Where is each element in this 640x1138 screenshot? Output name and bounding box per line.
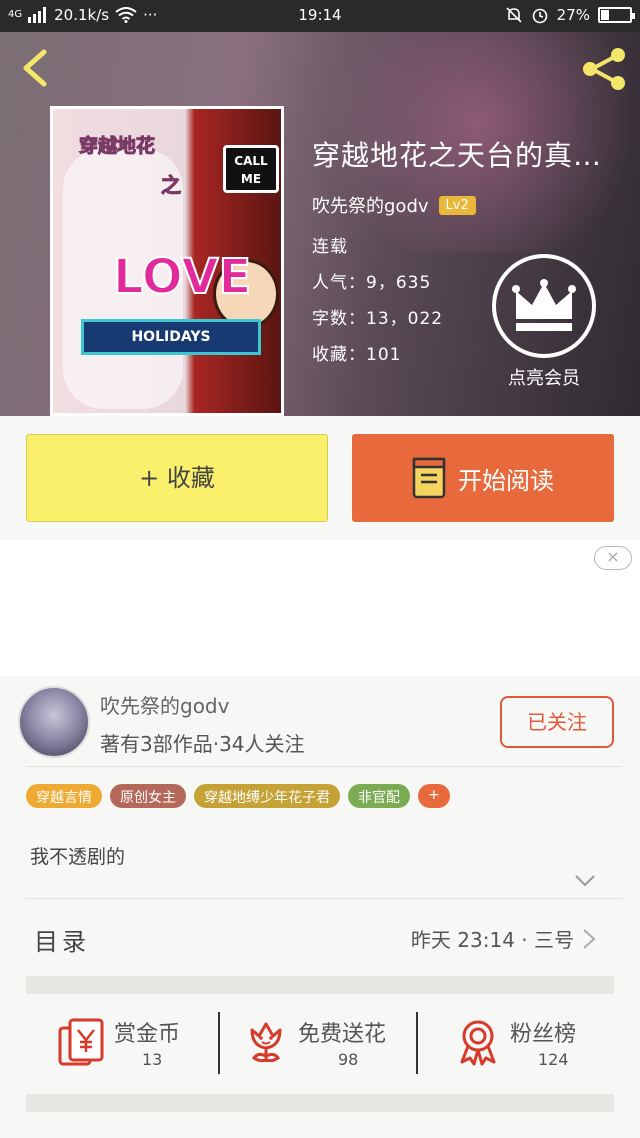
- crown-icon: [512, 279, 576, 331]
- follow-button[interactable]: 已关注: [500, 696, 614, 748]
- vip-button[interactable]: 点亮会员: [492, 254, 596, 404]
- mute-bell-icon: [506, 7, 522, 23]
- tag-pill[interactable]: 穿越言情: [26, 784, 102, 808]
- reward-fan-ranking[interactable]: 粉丝榜 124: [416, 994, 614, 1094]
- tag-pill[interactable]: 非官配: [348, 784, 410, 808]
- alarm-icon: [532, 8, 547, 24]
- divider: [26, 766, 622, 767]
- author-avatar[interactable]: [18, 686, 90, 758]
- start-reading-button[interactable]: 开始阅读: [352, 434, 614, 522]
- cover-holidays-banner: HOLIDAYS: [81, 319, 261, 355]
- vip-circle: [492, 254, 596, 358]
- cover-title-text: 穿越地花: [78, 135, 156, 158]
- catalog-label: 目录: [34, 928, 90, 956]
- reward-coins[interactable]: 赏金币 13: [26, 994, 222, 1094]
- chevron-right-icon: [583, 929, 596, 949]
- book-word-count: 字数：13，022: [312, 309, 444, 329]
- cover-love-text: LOVE: [112, 248, 252, 306]
- tag-pill[interactable]: 原创女主: [110, 784, 186, 808]
- book-cover[interactable]: 穿越地花 之 CALL ME LOVE HOLIDAYS: [50, 106, 284, 416]
- reward-title: 免费送花: [298, 1022, 387, 1047]
- tag-list: 穿越言情 原创女主 穿越地缚少年花子君 非官配 +: [26, 784, 450, 808]
- book-author[interactable]: 吹先祭的godv: [312, 192, 429, 218]
- add-tag-button[interactable]: +: [418, 784, 450, 808]
- award-medal-icon: [460, 1020, 496, 1066]
- reward-count: 124: [538, 1050, 569, 1069]
- cover-art: 穿越地花 之 CALL ME LOVE HOLIDAYS: [53, 109, 281, 413]
- reward-title: 粉丝榜: [510, 1022, 577, 1047]
- battery-percent: 27%: [556, 6, 590, 24]
- book-popularity: 人气：9，635: [312, 273, 432, 293]
- book-author-line: 吹先祭的godv Lv2: [312, 192, 476, 218]
- author-name[interactable]: 吹先祭的godv: [100, 690, 229, 719]
- share-icon[interactable]: [580, 46, 628, 92]
- book-title: 穿越地花之天台的真…: [312, 139, 603, 172]
- vip-label: 点亮会员: [508, 368, 580, 389]
- status-bar: 4G 20.1k/s ··· 19:14 27%: [0, 0, 640, 32]
- section-separator: [26, 1094, 614, 1112]
- synopsis: 我不透剧的: [30, 846, 126, 868]
- battery-fill: [601, 10, 609, 20]
- author-stats: 著有3部作品·34人关注: [100, 732, 305, 756]
- add-favorite-button[interactable]: + 收藏: [26, 434, 328, 522]
- reward-separator: [416, 1012, 418, 1074]
- catalog-latest-update: 昨天 23:14 · 三号: [410, 928, 574, 952]
- book-status: 连载: [312, 237, 348, 257]
- battery-icon: [598, 7, 635, 23]
- reward-title: 赏金币: [114, 1022, 181, 1047]
- flower-icon: [250, 1022, 282, 1063]
- start-reading-label: 开始阅读: [458, 466, 554, 495]
- ad-close-button[interactable]: ×: [594, 546, 632, 570]
- catalog-row[interactable]: 目录 昨天 23:14 · 三号: [26, 900, 622, 976]
- book-icon: [412, 457, 446, 499]
- reward-count: 13: [142, 1050, 163, 1069]
- section-separator: [26, 976, 614, 994]
- back-arrow-icon[interactable]: [16, 46, 56, 90]
- book-hero: 穿越地花 之 CALL ME LOVE HOLIDAYS 穿越地花之天台的真… …: [0, 32, 640, 416]
- red-envelope-yen-icon: [58, 1018, 104, 1066]
- divider: [26, 898, 622, 899]
- cover-zhi-text: 之: [161, 173, 182, 198]
- status-right: 27%: [505, 6, 635, 24]
- author-section: 吹先祭的godv 著有3部作品·34人关注 已关注 穿越言情 原创女主 穿越地缚少年…: [0, 676, 640, 1138]
- tag-pill[interactable]: 穿越地缚少年花子君: [194, 784, 340, 808]
- ad-banner: ×: [0, 540, 640, 676]
- book-favorites: 收藏：101: [312, 345, 402, 365]
- cover-call-me-sign: CALL ME: [223, 145, 279, 193]
- reward-row: 赏金币 13 免费送花 98 粉丝榜 124: [26, 994, 614, 1094]
- reward-flowers[interactable]: 免费送花 98: [218, 994, 418, 1094]
- reward-separator: [218, 1012, 220, 1074]
- author-level-badge: Lv2: [438, 195, 476, 215]
- reward-count: 98: [338, 1050, 359, 1069]
- chevron-down-icon[interactable]: [574, 874, 596, 888]
- action-bar: + 收藏 开始阅读: [0, 416, 640, 540]
